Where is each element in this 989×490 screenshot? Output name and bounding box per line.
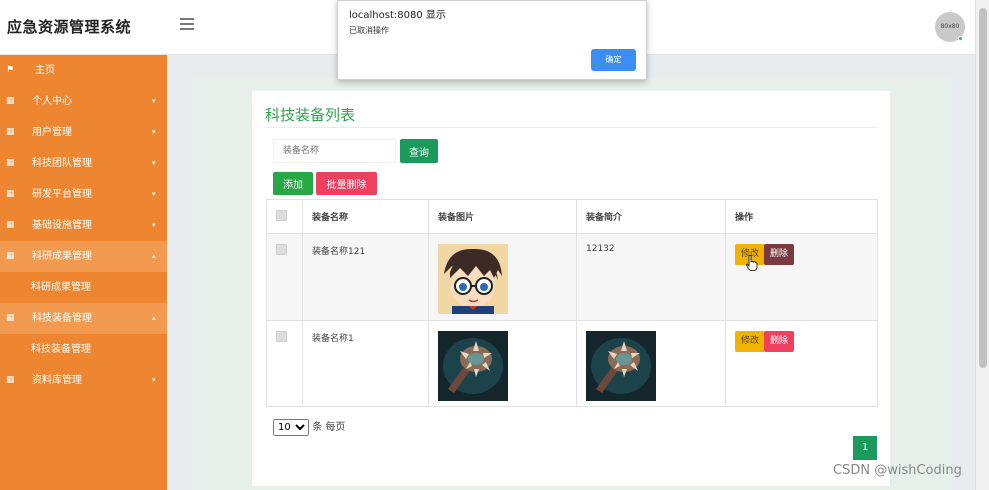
sidebar-item-label: 科技装备管理 bbox=[32, 313, 92, 324]
sidebar-subitem-research-results[interactable]: 科研成果管理 bbox=[0, 272, 167, 303]
search-input[interactable] bbox=[273, 139, 396, 163]
sidebar: ⚑ 主页 ▦ 个人中心 ▾ ▦ 用户管理 ▾ ▦ 科技团队管理 ▾ ▦ 研发平台… bbox=[0, 55, 167, 490]
equipment-name: 装备名称121 bbox=[302, 233, 429, 321]
caret-down-icon: ▾ bbox=[152, 221, 156, 229]
caret-down-icon: ▾ bbox=[152, 376, 156, 384]
page-size-control: 10 条 每页 bbox=[273, 418, 345, 436]
grid-icon: ▦ bbox=[6, 313, 15, 323]
sidebar-item-home[interactable]: ⚑ 主页 bbox=[0, 55, 167, 86]
dialog-message: 已取消操作 bbox=[349, 26, 389, 35]
column-header: 装备简介 bbox=[576, 199, 726, 234]
sidebar-item-label: 研发平台管理 bbox=[32, 189, 92, 200]
grid-icon: ▦ bbox=[6, 189, 15, 199]
row-actions: 修改 删除 bbox=[725, 233, 878, 321]
divider bbox=[265, 127, 877, 128]
sidebar-item-tech-equipment[interactable]: ▦ 科技装备管理 ▴ bbox=[0, 303, 167, 334]
sidebar-item-label: 用户管理 bbox=[32, 127, 72, 138]
menu-toggle-icon[interactable] bbox=[180, 18, 194, 30]
dialog-title: localhost:8080 显示 bbox=[349, 10, 446, 21]
page-scrollbar[interactable] bbox=[975, 0, 989, 490]
column-header: 操作 bbox=[725, 199, 878, 234]
caret-down-icon: ▾ bbox=[152, 190, 156, 198]
sidebar-item-label: 主页 bbox=[35, 65, 55, 76]
sidebar-item-label: 个人中心 bbox=[32, 96, 72, 107]
sidebar-subitem-tech-equipment[interactable]: 科技装备管理 bbox=[0, 334, 167, 365]
select-all-header bbox=[266, 199, 303, 234]
equipment-image-cell bbox=[428, 320, 577, 407]
delete-button[interactable]: 删除 bbox=[764, 244, 795, 265]
page-number-button[interactable]: 1 bbox=[853, 436, 877, 460]
delete-button[interactable]: 删除 bbox=[764, 331, 795, 352]
edit-button[interactable]: 修改 bbox=[735, 331, 766, 352]
watermark: CSDN @wishCoding bbox=[833, 463, 962, 478]
select-all-checkbox[interactable] bbox=[276, 209, 287, 221]
hand-cursor-icon bbox=[746, 255, 758, 271]
anime-boy-glasses-image bbox=[438, 244, 508, 314]
dialog-ok-button[interactable]: 确定 bbox=[591, 49, 636, 71]
sidebar-item-rd-platform[interactable]: ▦ 研发平台管理 ▾ bbox=[0, 179, 167, 210]
equipment-list-card: 科技装备列表 查询 添加 批量删除 装备名称 装备图片 装备简介 操作 装备名称… bbox=[252, 91, 890, 486]
row-actions: 修改 删除 bbox=[725, 320, 878, 407]
page-size-select[interactable]: 10 bbox=[273, 419, 309, 436]
row-checkbox[interactable] bbox=[276, 331, 287, 342]
flag-icon: ⚑ bbox=[6, 65, 15, 75]
table-row: 装备名称121 12132 修改 删除 bbox=[266, 233, 878, 321]
sidebar-item-label: 资料库管理 bbox=[32, 375, 82, 386]
spiked-mace-image bbox=[586, 331, 656, 401]
row-select-cell bbox=[266, 320, 303, 407]
sidebar-item-research-results[interactable]: ▦ 科研成果管理 ▴ bbox=[0, 241, 167, 272]
equipment-image-cell bbox=[428, 233, 577, 321]
scrollbar-thumb[interactable] bbox=[979, 8, 987, 368]
sidebar-item-label: 科研成果管理 bbox=[32, 251, 92, 262]
grid-icon: ▦ bbox=[6, 251, 15, 261]
table-row: 装备名称1 修改 删除 bbox=[266, 320, 878, 407]
caret-down-icon: ▾ bbox=[152, 128, 156, 136]
grid-icon: ▦ bbox=[6, 96, 15, 106]
column-header: 装备图片 bbox=[428, 199, 577, 234]
equipment-name: 装备名称1 bbox=[302, 320, 429, 407]
row-select-cell bbox=[266, 233, 303, 321]
column-header: 装备名称 bbox=[302, 199, 429, 234]
equipment-description-cell bbox=[576, 320, 726, 407]
caret-down-icon: ▾ bbox=[152, 97, 156, 105]
alert-dialog: localhost:8080 显示 已取消操作 确定 bbox=[337, 0, 647, 80]
sidebar-item-infrastructure[interactable]: ▦ 基础设施管理 ▾ bbox=[0, 210, 167, 241]
caret-up-icon: ▴ bbox=[152, 252, 156, 260]
app-title: 应急资源管理系统 bbox=[7, 18, 132, 36]
caret-down-icon: ▾ bbox=[152, 159, 156, 167]
table-header-row: 装备名称 装备图片 装备简介 操作 bbox=[266, 199, 878, 234]
caret-up-icon: ▴ bbox=[152, 314, 156, 322]
equipment-table: 装备名称 装备图片 装备简介 操作 装备名称121 12132 修改 删除 装备… bbox=[266, 199, 878, 407]
sidebar-item-tech-team[interactable]: ▦ 科技团队管理 ▾ bbox=[0, 148, 167, 179]
page-title: 科技装备列表 bbox=[265, 106, 356, 124]
add-button[interactable]: 添加 bbox=[273, 172, 313, 195]
sidebar-item-label: 基础设施管理 bbox=[32, 220, 92, 231]
grid-icon: ▦ bbox=[6, 158, 15, 168]
online-status-dot bbox=[958, 36, 963, 41]
grid-icon: ▦ bbox=[6, 220, 15, 230]
grid-icon: ▦ bbox=[6, 127, 15, 137]
row-checkbox[interactable] bbox=[276, 244, 287, 255]
sidebar-item-library[interactable]: ▦ 资料库管理 ▾ bbox=[0, 365, 167, 396]
sidebar-item-label: 科技团队管理 bbox=[32, 158, 92, 169]
query-button[interactable]: 查询 bbox=[400, 139, 438, 163]
spiked-mace-image bbox=[438, 331, 508, 401]
equipment-description: 12132 bbox=[576, 233, 726, 321]
batch-delete-button[interactable]: 批量删除 bbox=[316, 172, 377, 195]
sidebar-item-personal-center[interactable]: ▦ 个人中心 ▾ bbox=[0, 86, 167, 117]
sidebar-item-users[interactable]: ▦ 用户管理 ▾ bbox=[0, 117, 167, 148]
per-page-label: 条 每页 bbox=[312, 422, 346, 433]
grid-icon: ▦ bbox=[6, 375, 15, 385]
